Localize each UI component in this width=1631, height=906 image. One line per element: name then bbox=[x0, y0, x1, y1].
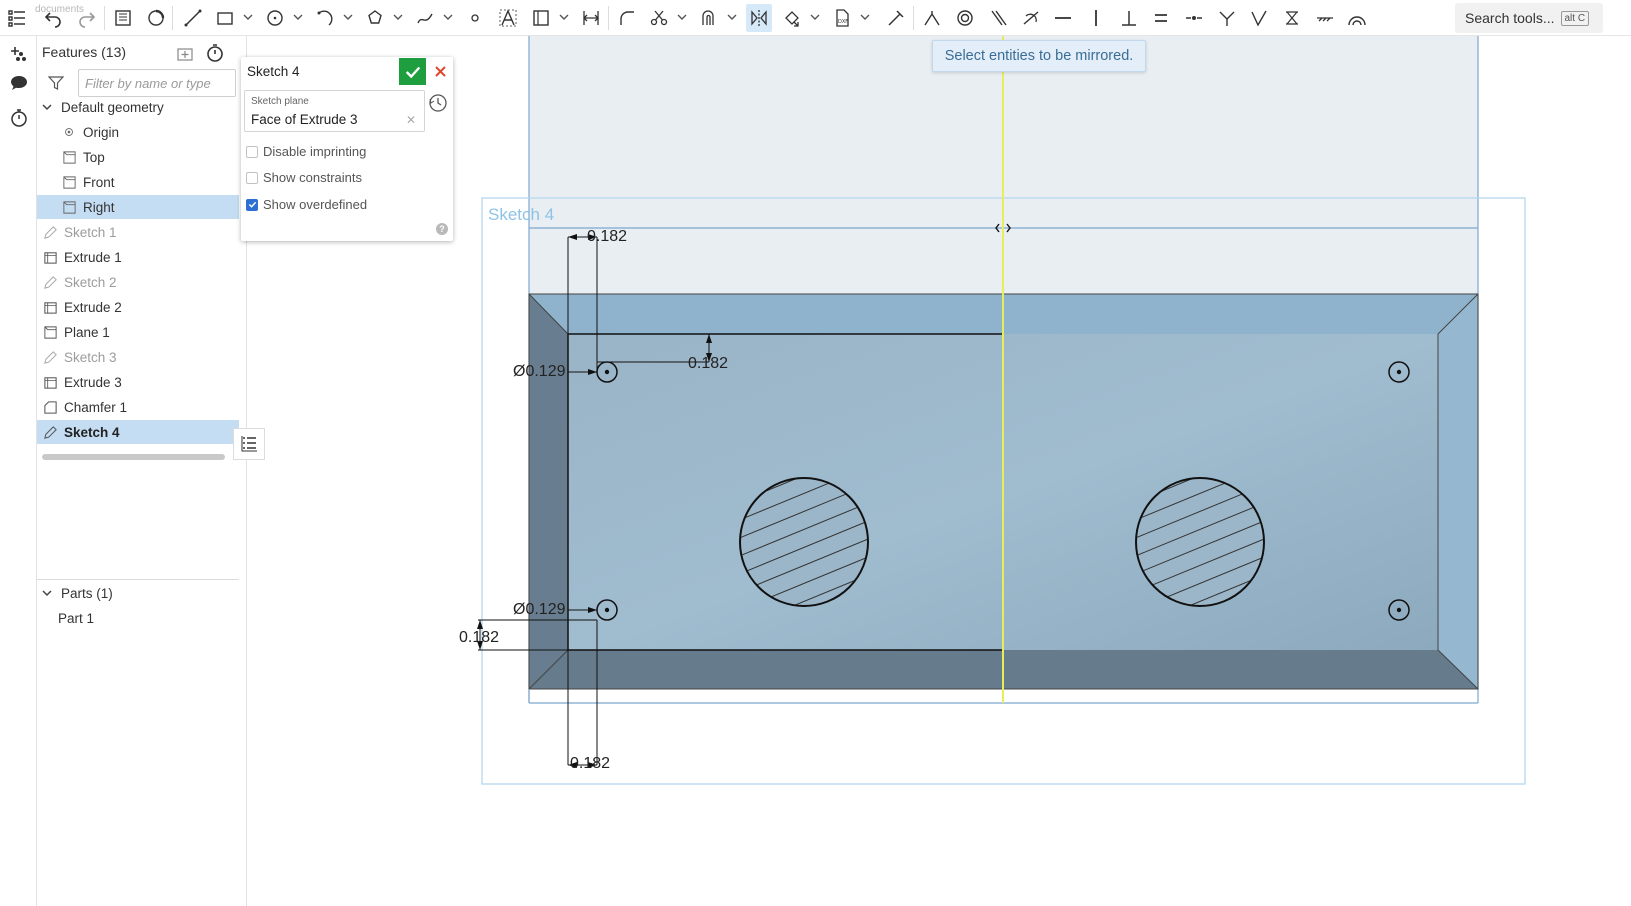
checkbox-box[interactable] bbox=[246, 145, 258, 158]
disable-imprinting-checkbox[interactable]: Disable imprinting bbox=[246, 144, 366, 159]
chamfer-right bbox=[1438, 294, 1478, 689]
sketch-plane-value: Face of Extrude 3 bbox=[251, 112, 358, 127]
accept-button[interactable] bbox=[399, 58, 426, 85]
close-icon bbox=[434, 65, 446, 77]
sketch-dialog: Sketch 4 Sketch plane Face of Extrude 3 … bbox=[241, 57, 453, 241]
dimension-bottom-offset[interactable]: 0.182 bbox=[570, 755, 610, 773]
help-icon[interactable]: ? bbox=[436, 223, 448, 235]
chamfer-left bbox=[529, 294, 568, 689]
dimension-hole-bottom-diameter[interactable]: Ø0.129 bbox=[513, 601, 565, 619]
dimension-top-offset[interactable]: 0.182 bbox=[587, 228, 627, 246]
sketch-name-label: Sketch 4 bbox=[488, 205, 555, 224]
history-icon[interactable] bbox=[428, 93, 448, 113]
cancel-button[interactable] bbox=[430, 61, 450, 81]
clear-selection-icon[interactable]: ✕ bbox=[406, 113, 416, 127]
show-constraints-checkbox[interactable]: Show constraints bbox=[246, 170, 362, 185]
sketch-dialog-title: Sketch 4 bbox=[247, 64, 300, 79]
dimension-hole-top-diameter[interactable]: Ø0.129 bbox=[513, 363, 565, 381]
show-overdefined-checkbox[interactable]: Show overdefined bbox=[246, 197, 367, 212]
show-overdefined-label: Show overdefined bbox=[263, 197, 368, 212]
sketch-plane-label: Sketch plane bbox=[251, 96, 309, 107]
checkbox-box[interactable] bbox=[246, 171, 258, 184]
sketch-plane-field[interactable]: Sketch plane Face of Extrude 3 ✕ bbox=[244, 90, 425, 132]
show-constraints-label: Show constraints bbox=[263, 170, 362, 185]
mirror-hint-tooltip: Select entities to be mirrored. bbox=[932, 40, 1146, 72]
checkbox-box-checked[interactable] bbox=[246, 198, 258, 211]
checkmark-icon bbox=[405, 66, 420, 78]
dimension-hole-top-offset[interactable]: 0.182 bbox=[688, 355, 728, 373]
dimension-left-offset[interactable]: 0.182 bbox=[459, 629, 499, 647]
disable-imprinting-label: Disable imprinting bbox=[263, 144, 367, 159]
